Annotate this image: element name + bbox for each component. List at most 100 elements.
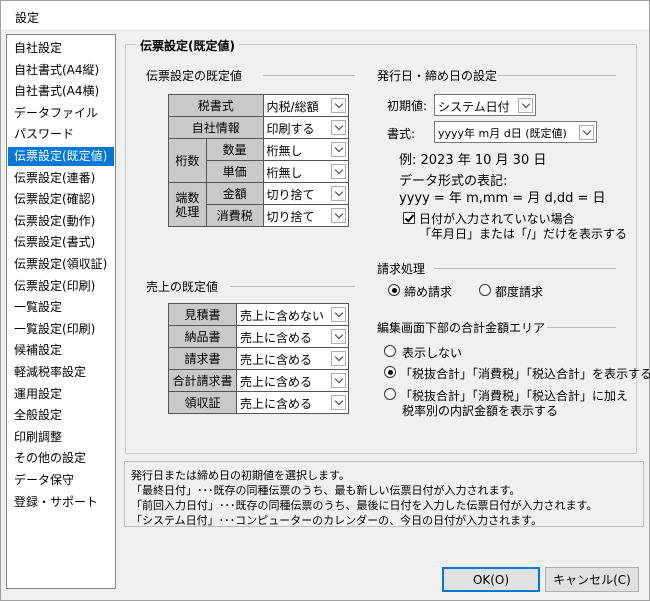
sidebar-item[interactable]: 候補設定: [8, 341, 114, 360]
consumption-tax-label: 消費税: [205, 204, 264, 227]
chevron-down-icon[interactable]: [331, 329, 346, 344]
defaults-legend: 伝票設定の既定値: [146, 67, 247, 84]
sales-row-label: 合計請求書: [168, 369, 237, 392]
totals-legend: 編集画面下部の合計金額エリア: [377, 319, 550, 336]
quantity-combo[interactable]: 桁無し: [262, 138, 350, 161]
sales-row: 見積書 売上に含めない: [168, 303, 349, 326]
sales-row: 請求書 売上に含める: [168, 347, 349, 370]
sidebar-item[interactable]: 自社設定: [8, 39, 114, 58]
billing-closing-radio[interactable]: [388, 284, 400, 296]
sales-row-label: 納品書: [168, 325, 237, 348]
date-example: 例: 2023 年 10 月 30 日: [399, 153, 547, 168]
billing-closing-label: 締め請求: [404, 285, 453, 299]
sales-legend: 売上の既定値: [146, 278, 223, 295]
digits-label: 桁数: [168, 138, 207, 183]
sidebar-item[interactable]: 自社書式(A4横): [8, 82, 114, 101]
sidebar-item[interactable]: 登録・サポート: [8, 493, 114, 512]
sidebar-item[interactable]: データ保守: [8, 471, 114, 490]
sales-row-combo[interactable]: 売上に含める: [236, 391, 349, 414]
description-line: 「システム日付」･･･コンピューターのカレンダーの、今日の日付が入力されます。: [131, 514, 543, 527]
sidebar-item[interactable]: 印刷調整: [8, 428, 114, 447]
sales-table: 見積書 売上に含めない 納品書 売上に含める 請求書 売上に含める 合計請求書 売上に含める領…: [168, 303, 349, 414]
tax-format-combo[interactable]: 内税/総額: [262, 94, 350, 117]
unit-price-combo[interactable]: 桁無し: [262, 160, 350, 183]
chevron-down-icon[interactable]: [331, 186, 346, 201]
sales-row-combo[interactable]: 売上に含める: [236, 347, 349, 370]
sidebar-item[interactable]: 伝票設定(書式): [8, 233, 114, 252]
sales-row-value: 売上に含める: [240, 331, 313, 345]
defaults-separator: [263, 75, 355, 76]
description-line: 「最終日付」･･･既存の同種伝票のうち、最も新しい伝票日付が入力されます。: [131, 484, 521, 497]
sidebar-item[interactable]: 伝票設定(領収証): [8, 255, 114, 274]
billing-legend: 請求処理: [377, 260, 430, 277]
company-info-label: 自社情報: [168, 116, 264, 139]
chevron-down-icon[interactable]: [518, 98, 533, 113]
sidebar-item[interactable]: 伝票設定(印刷): [8, 277, 114, 296]
sales-row-combo[interactable]: 売上に含めない: [236, 303, 349, 326]
sidebar-item[interactable]: 伝票設定(確認): [8, 190, 114, 209]
tax-format-label: 税書式: [168, 94, 264, 117]
sidebar-item[interactable]: データファイル: [8, 104, 114, 123]
chevron-down-icon[interactable]: [331, 120, 346, 135]
sales-separator: [230, 286, 355, 287]
sidebar-item[interactable]: 運用設定: [8, 385, 114, 404]
totals-hide-label: 表示しない: [402, 346, 463, 360]
settings-category-list[interactable]: 自社設定自社書式(A4縦) 自社書式(A4横) データファイル パスワード伝票設定(既…: [6, 34, 116, 589]
initial-value-label: 初期値:: [387, 99, 428, 113]
checkbox-line2: 「年月日」または「/」だけを表示する: [419, 227, 628, 241]
company-info-combo[interactable]: 印刷する: [262, 116, 350, 139]
description-line: 「前回入力日付」･･･既存の同種伝票のうち、最後に日付を入力した伝票日付が入力さ…: [131, 499, 598, 512]
description-line: 発行日または締め日の初期値を選択します。: [131, 469, 350, 482]
quantity-label: 数量: [205, 138, 264, 161]
fraction-label: 端数 処理: [168, 182, 207, 227]
sales-row: 領収証 売上に含める: [168, 391, 349, 414]
chevron-down-icon[interactable]: [579, 125, 594, 140]
chevron-down-icon[interactable]: [331, 395, 346, 410]
billing-each-label: 都度請求: [495, 285, 544, 299]
amount-combo[interactable]: 切り捨て: [262, 182, 350, 205]
sales-row-value: 売上に含める: [240, 375, 313, 389]
chevron-down-icon[interactable]: [331, 142, 346, 157]
sidebar-item[interactable]: 伝票設定(連番): [8, 169, 114, 188]
sidebar-item[interactable]: パスワード: [8, 125, 114, 144]
billing-separator: [434, 268, 616, 269]
initial-value-combo[interactable]: システム日付: [434, 94, 536, 116]
sales-row-value: 売上に含める: [240, 353, 313, 367]
sidebar-item[interactable]: 一覧設定(印刷): [8, 320, 114, 339]
title-bar: 設定: [1, 1, 649, 31]
chevron-down-icon[interactable]: [331, 208, 346, 223]
chevron-down-icon[interactable]: [331, 373, 346, 388]
unit-price-value: 桁無し: [266, 166, 303, 180]
sales-row-value: 売上に含めない: [240, 309, 325, 323]
sidebar-item[interactable]: その他の設定: [8, 449, 114, 468]
sales-row-combo[interactable]: 売上に含める: [236, 325, 349, 348]
sidebar-item[interactable]: 伝票設定(既定値): [8, 147, 114, 166]
ok-button[interactable]: OK(O): [442, 567, 540, 592]
totals-show-radio[interactable]: [384, 366, 396, 378]
defaults-table: 税書式 内税/総額 自社情報 印刷する 桁数 数量 桁無し 単価 桁無し 端数 …: [168, 94, 350, 227]
format-combo[interactable]: yyyy年 m月 d日 (既定値): [434, 121, 597, 143]
chevron-down-icon[interactable]: [331, 351, 346, 366]
billing-each-radio[interactable]: [479, 284, 491, 296]
format-label: 書式:: [387, 127, 416, 141]
empty-date-checkbox[interactable]: [403, 212, 415, 224]
description-box: 発行日または締め日の初期値を選択します。 「最終日付」･･･既存の同種伝票のうち…: [124, 461, 644, 527]
totals-show-label: 「税抜合計」「消費税」「税込合計」を表示する: [400, 367, 650, 381]
sales-row-label: 見積書: [168, 303, 237, 326]
chevron-down-icon[interactable]: [331, 98, 346, 113]
sales-row-combo[interactable]: 売上に含める: [236, 369, 349, 392]
sidebar-item[interactable]: 自社書式(A4縦): [8, 61, 114, 80]
tax-format-value: 内税/総額: [266, 100, 319, 114]
cancel-button[interactable]: キャンセル(C): [545, 567, 639, 592]
sidebar-item[interactable]: 全般設定: [8, 406, 114, 425]
chevron-down-icon[interactable]: [331, 164, 346, 179]
panel-title: 伝票設定(既定値): [136, 37, 239, 54]
consumption-tax-combo[interactable]: 切り捨て: [262, 204, 350, 227]
sales-row-label: 領収証: [168, 391, 237, 414]
sidebar-item[interactable]: 伝票設定(動作): [8, 212, 114, 231]
sidebar-item[interactable]: 一覧設定: [8, 298, 114, 317]
totals-hide-radio[interactable]: [384, 345, 396, 357]
sidebar-item[interactable]: 軽減税率設定: [8, 363, 114, 382]
chevron-down-icon[interactable]: [331, 307, 346, 322]
totals-breakdown-radio[interactable]: [384, 388, 396, 400]
